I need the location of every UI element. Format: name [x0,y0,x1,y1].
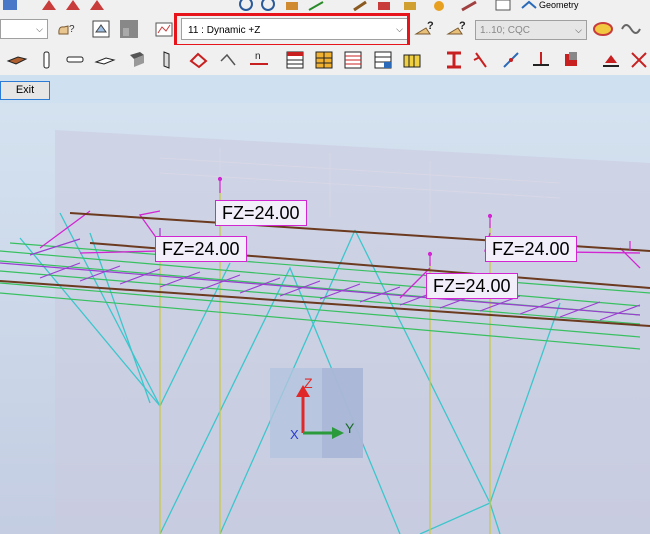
column-icon[interactable] [36,49,58,71]
results-icon[interactable] [153,18,175,40]
svg-text:?: ? [427,20,434,32]
svg-text:?: ? [459,20,466,32]
star-icon[interactable] [428,0,450,12]
report-table-icon[interactable] [372,49,394,71]
load-label: FZ=24.00 [155,236,247,262]
toolbar-top-row: Geometry [0,0,650,14]
x-axis-label: X [290,427,299,442]
combination-value: 1..10; CQC [480,25,531,36]
structure-view: Z Y X [0,103,650,534]
wall-icon[interactable] [126,49,148,71]
view-mode-label: Geometry [539,0,579,10]
mode-shape-icon[interactable] [620,18,642,40]
left-dropdown[interactable]: ⌵ [0,19,48,39]
top-icon-3[interactable] [62,0,84,12]
top-icon-2[interactable] [38,0,60,12]
axis-triad: Z Y X [270,368,363,458]
model-viewport[interactable]: Z Y X FZ=24.00 FZ=24.00 FZ=24.00 FZ=24.0… [0,103,650,534]
hatch-icon[interactable] [374,0,396,12]
list-table-icon[interactable] [342,49,364,71]
offset-icon[interactable] [500,49,522,71]
panel-icon[interactable] [157,49,179,71]
zoom-window-icon[interactable] [258,0,280,12]
colored-table-icon[interactable] [313,49,335,71]
rotate-icon[interactable] [305,0,327,12]
svg-text:n: n [255,51,261,62]
y-axis-label: Y [345,420,355,436]
chevron-down-icon: ⌵ [36,24,43,34]
member-3d-icon[interactable] [560,49,582,71]
support-icon[interactable] [600,49,622,71]
deformation-icon[interactable] [592,18,614,40]
top-icon-4[interactable] [86,0,108,12]
gray-view-icon[interactable] [118,18,140,40]
beam-icon[interactable] [64,49,86,71]
zoom-icon[interactable] [236,0,258,12]
slab-icon[interactable] [6,49,28,71]
release-icon[interactable] [470,49,492,71]
load-label: FZ=24.00 [426,273,518,299]
pen-icon[interactable] [458,0,480,12]
combination-dropdown[interactable]: 1..10; CQC ⌵ [475,20,587,40]
pan-icon[interactable] [282,0,304,12]
highlight-box [174,13,410,47]
load-label: FZ=24.00 [485,236,577,262]
load-arrow-icon[interactable] [530,49,552,71]
home-view-icon[interactable] [90,18,112,40]
command-bar: Exit [0,75,650,103]
polygon-icon[interactable] [188,49,210,71]
svg-text:?: ? [69,24,75,35]
document-icon[interactable] [492,0,514,12]
chevron-down-icon: ⌵ [575,25,582,35]
edit-icon[interactable] [350,0,372,12]
delete-icon[interactable] [628,49,650,71]
load-label: FZ=24.00 [215,200,307,226]
hand-help-icon[interactable]: ? [54,18,76,40]
load-help-icon[interactable]: ? [414,18,436,40]
box-icon[interactable] [400,0,422,12]
z-axis-label: Z [304,375,313,391]
plate-icon[interactable] [94,49,116,71]
toolbar-row-2: n [0,45,650,76]
table-icon[interactable] [284,49,306,71]
top-icon-1[interactable] [0,0,22,12]
load-combination-help-icon[interactable]: ? [446,18,468,40]
grid-table-icon[interactable] [401,49,423,71]
node-number-icon[interactable]: n [248,49,270,71]
section-icon[interactable] [443,49,465,71]
polyline-icon[interactable] [218,49,240,71]
geometry-icon [518,0,540,12]
exit-button[interactable]: Exit [0,81,50,100]
